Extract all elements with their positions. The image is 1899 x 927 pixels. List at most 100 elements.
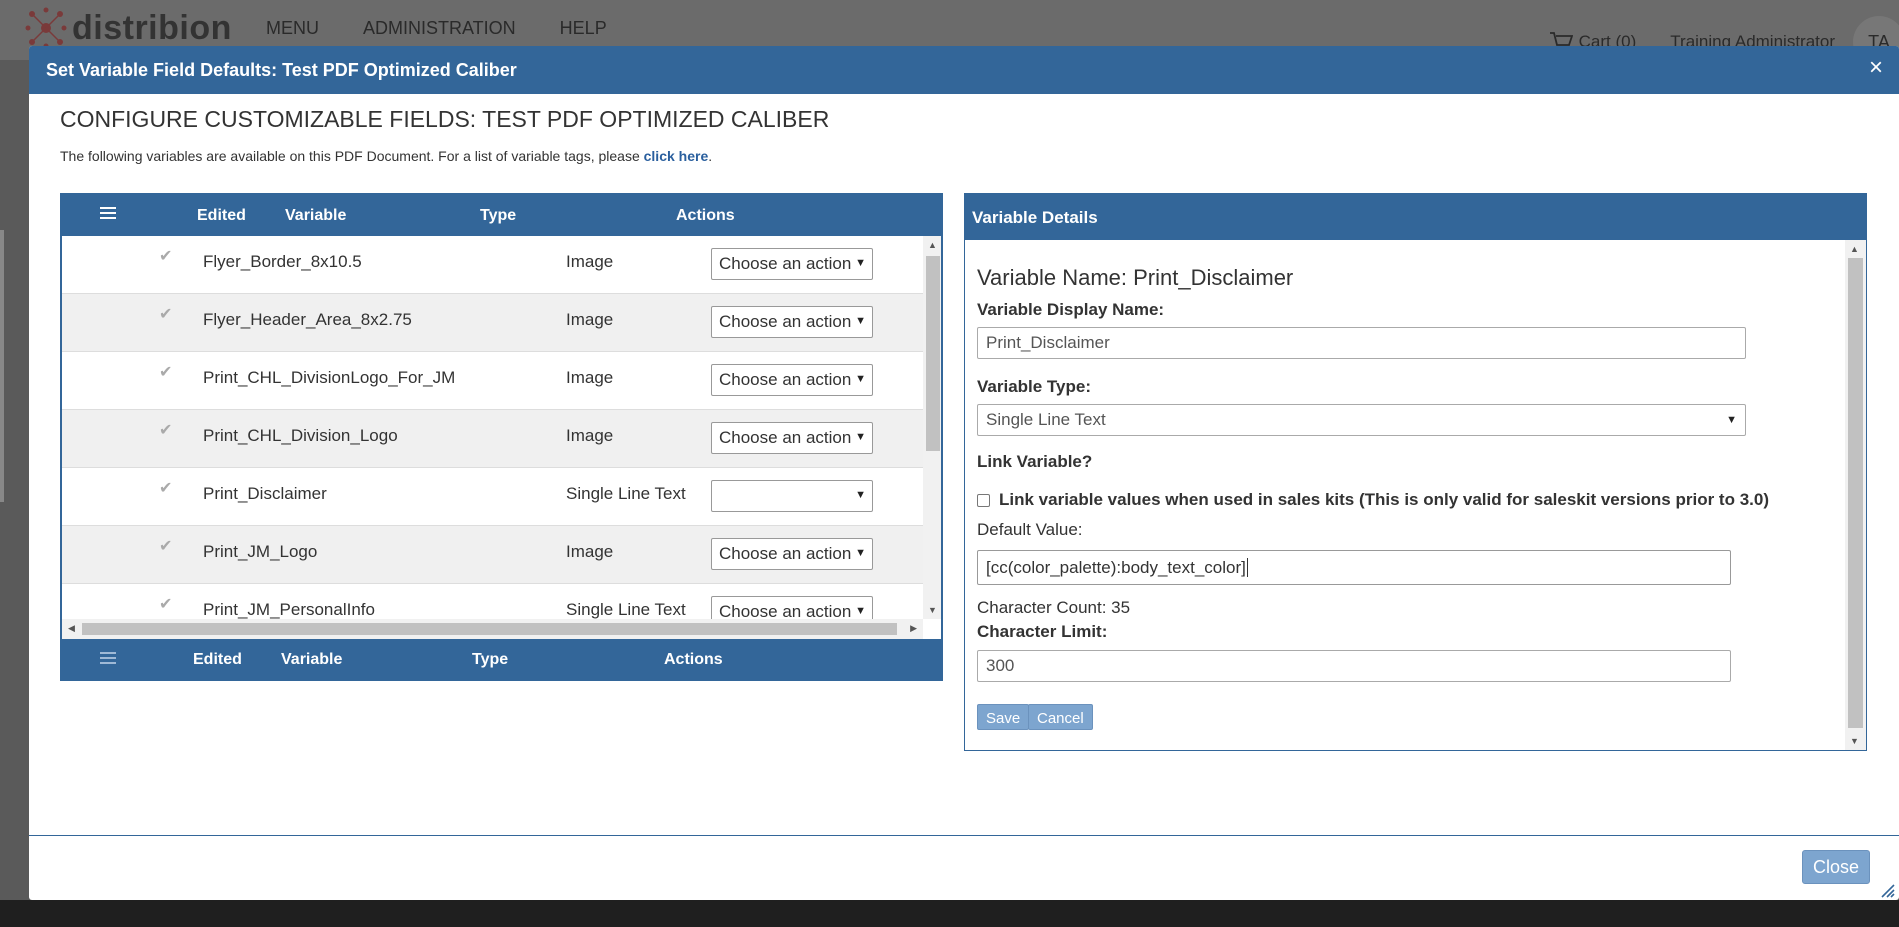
action-select[interactable]: ▼ [711,480,873,512]
table-row[interactable]: ✔ Print_JM_PersonalInfo Single Line Text… [62,584,923,619]
link-variable-label: Link Variable? [977,452,1093,471]
save-button[interactable]: Save [977,704,1030,730]
footer-col-edited: Edited [193,651,242,668]
default-value-text: [cc(color_palette):body_text_color] [986,558,1246,577]
table-row[interactable]: ✔ Print_JM_Logo Image Choose an action ▼ [62,526,923,584]
col-actions[interactable]: Actions [676,207,735,225]
cancel-button[interactable]: Cancel [1028,704,1093,730]
grid-header: Edited Variable Type Actions [62,195,941,236]
check-icon: ✔ [159,306,173,323]
table-row[interactable]: ✔ Flyer_Border_8x10.5 Image Choose an ac… [62,236,923,294]
section-title: CONFIGURE CUSTOMIZABLE FIELDS: TEST PDF … [60,106,830,132]
action-select-value: Choose an action [719,254,852,273]
grid-body: ✔ Flyer_Border_8x10.5 Image Choose an ac… [62,236,923,619]
footer-col-type: Type [472,651,509,668]
cell-type: Image [566,368,614,387]
cell-type: Image [566,252,614,271]
character-limit-input[interactable]: 300 [977,650,1731,682]
scroll-left-icon[interactable]: ◀ [68,623,75,634]
display-name-label: Variable Display Name: [977,300,1165,319]
link-variable-checkbox[interactable] [977,493,990,507]
action-select-value: Choose an action [719,428,852,447]
table-row[interactable]: ✔ Flyer_Header_Area_8x2.75 Image Choose … [62,294,923,352]
logo-icon [25,7,67,49]
variable-type-select[interactable]: Single Line Text ▼ [977,404,1746,436]
character-count: Character Count: 35 [977,598,1131,617]
action-select-value: Choose an action [719,312,852,331]
action-select[interactable]: Choose an action ▼ [711,364,873,396]
action-select[interactable]: Choose an action ▼ [711,306,873,338]
scroll-up-icon[interactable]: ▲ [928,240,937,250]
footer-col-actions: Actions [664,651,723,668]
col-edited[interactable]: Edited [197,207,246,225]
scroll-down-icon[interactable]: ▼ [928,605,937,615]
variable-tags-link[interactable]: click here [644,148,709,164]
cell-type: Image [566,310,614,329]
display-name-input[interactable]: Print_Disclaimer [977,327,1746,359]
grid-footer-menu-icon[interactable] [100,652,116,672]
check-icon: ✔ [159,596,173,613]
table-row[interactable]: ✔ Print_CHL_Division_Logo Image Choose a… [62,410,923,468]
grid-vertical-scrollbar[interactable]: ▲ ▼ [923,236,941,619]
action-select[interactable]: Choose an action ▼ [711,538,873,570]
col-variable[interactable]: Variable [285,207,346,225]
action-select-value: Choose an action [719,370,852,389]
table-row[interactable]: ✔ Print_CHL_DivisionLogo_For_JM Image Ch… [62,352,923,410]
details-body: Variable Name: Print_Disclaimer Variable… [965,240,1845,750]
close-button[interactable]: Close [1801,850,1870,884]
action-select-value: Choose an action [719,602,852,619]
modal-footer-divider [29,835,1899,836]
table-row[interactable]: ✔ Print_Disclaimer Single Line Text ▼ [62,468,923,526]
scroll-thumb[interactable] [82,623,897,635]
caret-down-icon: ▼ [852,257,866,269]
cell-type: Single Line Text [566,600,686,619]
col-type[interactable]: Type [480,207,516,225]
link-variable-checkbox-row[interactable]: Link variable values when used in sales … [977,490,1769,510]
logo-text: distribion [72,8,232,47]
details-header: Variable Details [965,194,1866,240]
scroll-thumb[interactable] [926,256,940,451]
action-select[interactable]: Choose an action ▼ [711,422,873,454]
details-vertical-scrollbar[interactable]: ▲ ▼ [1845,240,1866,750]
caret-down-icon: ▼ [852,547,866,559]
intro-text-main: The following variables are available on… [60,148,644,164]
cell-variable: Print_JM_Logo [203,542,318,561]
check-icon: ✔ [159,538,173,555]
check-icon: ✔ [159,480,173,497]
variable-details-panel: Variable Details Variable Name: Print_Di… [964,193,1867,751]
grid-horizontal-scrollbar[interactable]: ◀ ▶ [62,619,923,639]
nav-help[interactable]: HELP [560,18,607,39]
default-value-input[interactable]: [cc(color_palette):body_text_color] [977,550,1731,585]
caret-down-icon: ▼ [852,373,866,385]
link-variable-checkbox-label: Link variable values when used in sales … [999,490,1769,509]
cell-variable: Print_CHL_Division_Logo [203,426,398,445]
distribion-logo[interactable]: distribion [24,6,232,50]
action-select[interactable]: Choose an action ▼ [711,596,873,619]
scroll-up-icon[interactable]: ▲ [1850,244,1859,254]
page-scrollbar[interactable] [0,230,4,502]
cell-variable: Print_CHL_DivisionLogo_For_JM [203,368,456,387]
default-value-label: Default Value: [977,520,1083,539]
cell-variable: Flyer_Border_8x10.5 [203,252,362,271]
cell-type: Image [566,542,614,561]
footer-col-variable: Variable [281,651,343,668]
scroll-down-icon[interactable]: ▼ [1850,736,1859,746]
check-icon: ✔ [159,422,173,439]
nav-administration[interactable]: ADMINISTRATION [363,18,516,39]
intro-text: The following variables are available on… [60,148,712,164]
scroll-thumb[interactable] [1848,258,1863,728]
intro-text-end: . [708,148,713,164]
caret-down-icon: ▼ [852,315,866,327]
check-icon: ✔ [159,248,173,265]
caret-down-icon: ▼ [852,489,866,501]
action-select[interactable]: Choose an action ▼ [711,248,873,280]
action-select-value: Choose an action [719,544,852,563]
nav-menu[interactable]: MENU [266,18,319,39]
scroll-right-icon[interactable]: ▶ [910,623,917,634]
grid-menu-icon[interactable] [100,207,116,227]
cell-type: Image [566,426,614,445]
close-icon[interactable]: × [1863,56,1889,82]
check-icon: ✔ [159,364,173,381]
resize-handle-icon[interactable] [1879,882,1895,898]
modal-title: Set Variable Field Defaults: Test PDF Op… [46,59,517,80]
